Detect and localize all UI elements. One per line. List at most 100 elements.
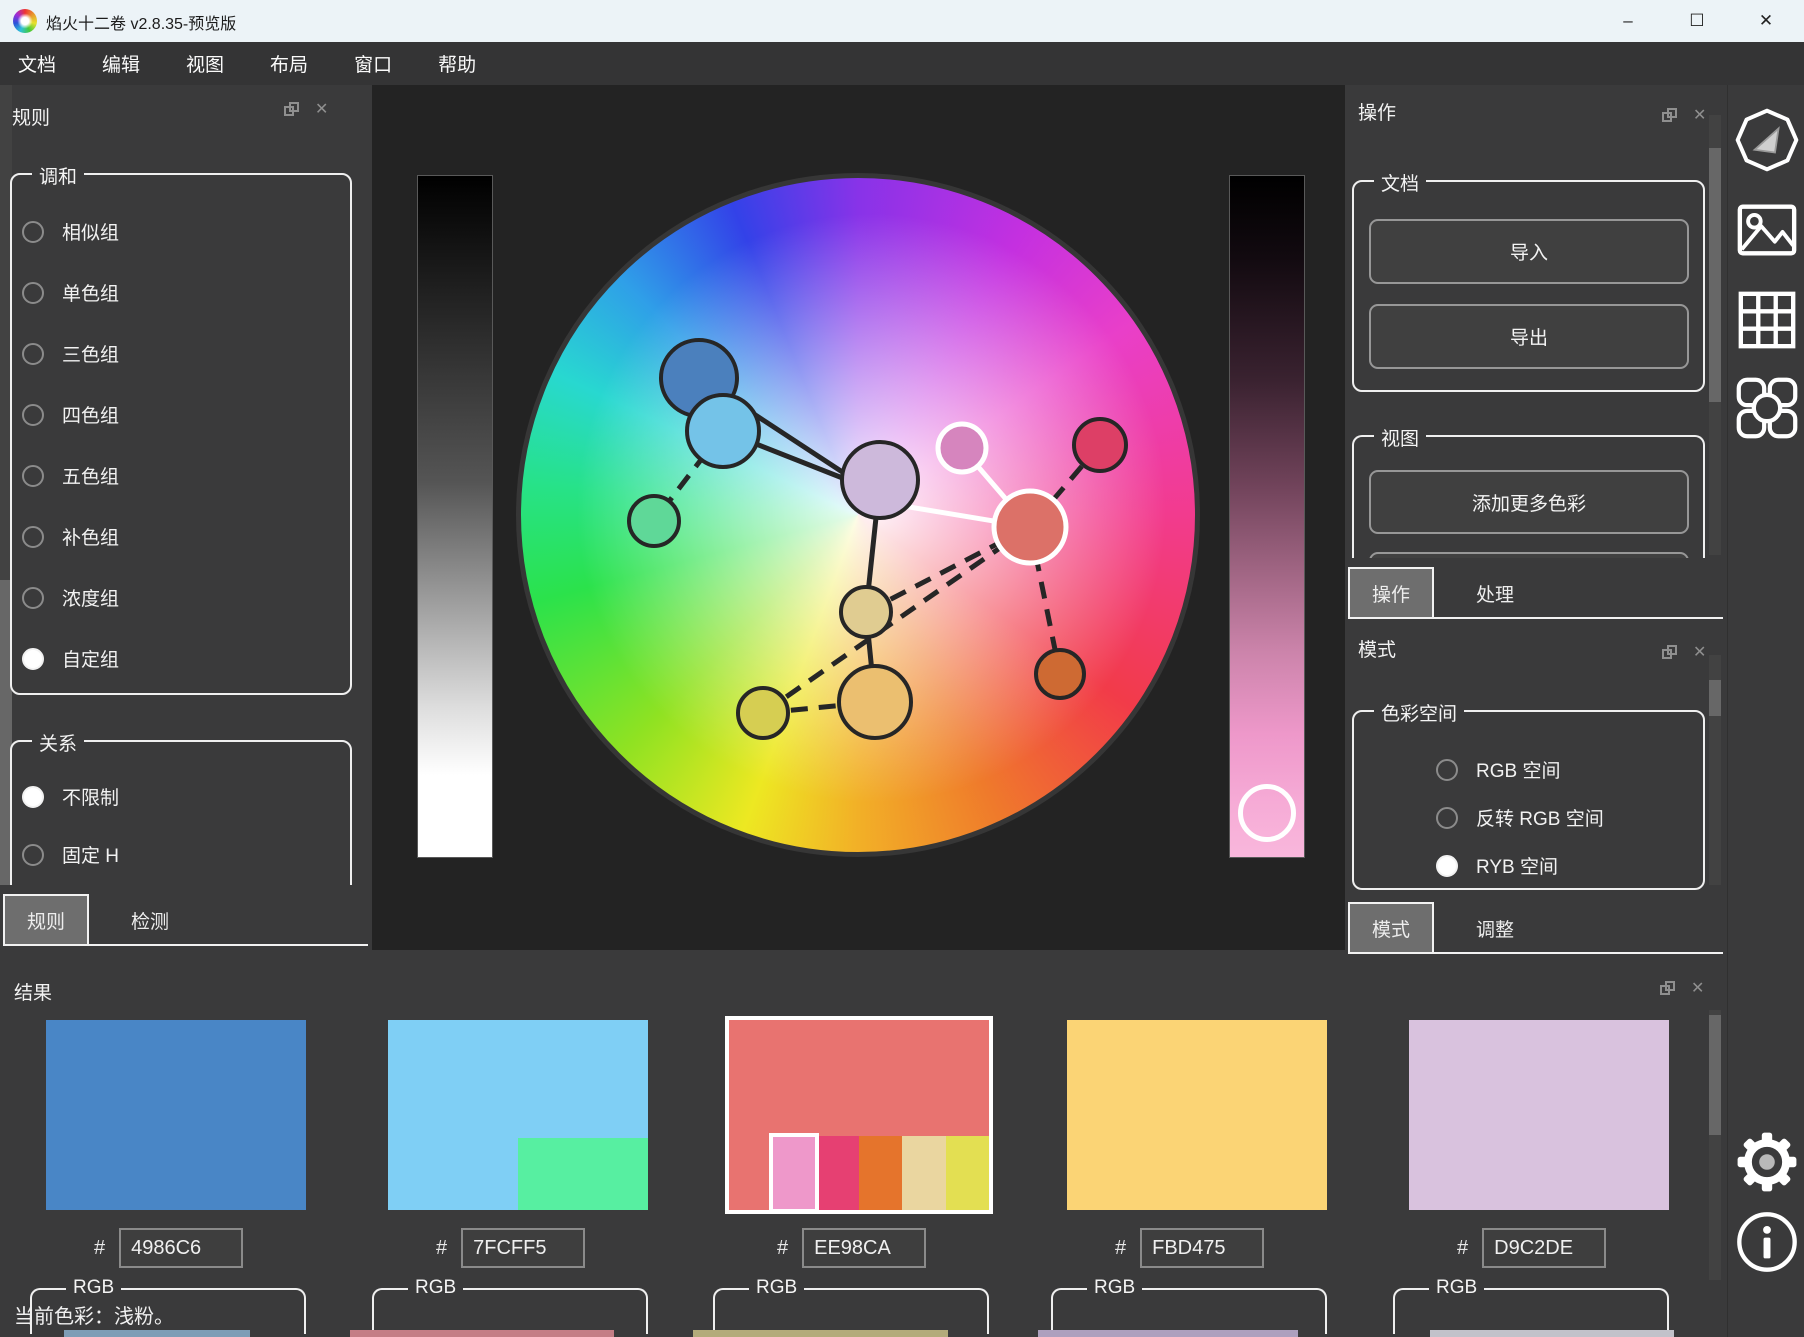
hex-input-5[interactable] — [1482, 1228, 1606, 1268]
radio-icon[interactable] — [22, 343, 44, 365]
radio-label: 相似组 — [62, 218, 119, 245]
result-swatch-1[interactable] — [46, 1020, 306, 1210]
tab-检测[interactable]: 检测 — [107, 894, 193, 946]
menu-item-窗口[interactable]: 窗口 — [354, 50, 392, 77]
node-graph[interactable] — [372, 85, 1345, 950]
wheel-node-light-blue[interactable] — [687, 395, 759, 467]
info-icon[interactable] — [1735, 1210, 1799, 1274]
add-more-colors-button[interactable]: 添加更多色彩 — [1369, 470, 1689, 534]
color-space-option-2[interactable]: 反转 RGB 空间 — [1436, 804, 1604, 831]
relation-option-2[interactable]: 固定 H — [22, 841, 119, 868]
result-swatch-3[interactable] — [729, 1020, 989, 1210]
wheel-node-lavender[interactable] — [842, 442, 918, 518]
mode-scrollbar-handle[interactable] — [1709, 680, 1721, 716]
radio-label: 固定 H — [62, 841, 119, 868]
menubar: 文档 编辑 视图 布局 窗口 帮助 — [0, 42, 1804, 85]
hex-input-4[interactable] — [1140, 1228, 1264, 1268]
hex-prefix: # — [436, 1237, 447, 1260]
swatch-subcolor-3[interactable] — [859, 1136, 902, 1210]
tab-规则[interactable]: 规则 — [3, 894, 89, 946]
float-panel-icon[interactable] — [1662, 108, 1677, 122]
tabbar-line — [1434, 617, 1723, 619]
radio-icon[interactable] — [1436, 807, 1458, 829]
harmony-option-2[interactable]: 单色组 — [22, 279, 119, 306]
scheme-clover-icon[interactable] — [1735, 376, 1799, 440]
relation-option-1[interactable]: 不限制 — [22, 783, 119, 810]
hex-input-1[interactable] — [119, 1228, 243, 1268]
harmony-option-6[interactable]: 补色组 — [22, 523, 119, 550]
swatch-subcolor-2[interactable] — [816, 1136, 859, 1210]
tab-调整[interactable]: 调整 — [1452, 902, 1538, 954]
menu-item-编辑[interactable]: 编辑 — [102, 50, 140, 77]
wheel-node-light-orange[interactable] — [839, 666, 911, 738]
radio-icon[interactable] — [22, 587, 44, 609]
close-panel-icon[interactable]: ✕ — [1693, 105, 1706, 125]
results-scrollbar-handle[interactable] — [1709, 1015, 1721, 1135]
wheel-node-tan[interactable] — [841, 587, 891, 637]
radio-icon[interactable] — [22, 282, 44, 304]
settings-gear-icon[interactable] — [1735, 1130, 1799, 1194]
float-panel-icon[interactable] — [1660, 981, 1675, 995]
float-panel-icon[interactable] — [284, 102, 299, 116]
mode-panel-title: 模式 — [1358, 635, 1396, 662]
tab-操作[interactable]: 操作 — [1348, 567, 1434, 619]
close-panel-icon[interactable]: ✕ — [1691, 978, 1704, 998]
harmony-option-5[interactable]: 五色组 — [22, 462, 119, 489]
grid-icon[interactable] — [1735, 288, 1799, 352]
radio-icon[interactable] — [22, 465, 44, 487]
result-swatch-5[interactable] — [1409, 1020, 1669, 1210]
menu-item-帮助[interactable]: 帮助 — [438, 50, 476, 77]
radio-icon[interactable] — [22, 648, 44, 670]
document-group: 文档 导入 导出 — [1352, 180, 1705, 392]
logo-octagon-icon[interactable] — [1735, 108, 1799, 172]
harmony-option-1[interactable]: 相似组 — [22, 218, 119, 245]
wheel-node-coral[interactable] — [994, 491, 1066, 563]
export-button[interactable]: 导出 — [1369, 304, 1689, 369]
action-scrollbar-handle[interactable] — [1709, 148, 1721, 402]
wheel-node-yellow[interactable] — [738, 688, 788, 738]
radio-icon[interactable] — [1436, 855, 1458, 877]
result-swatch-2[interactable] — [388, 1020, 648, 1210]
float-panel-icon[interactable] — [1662, 645, 1677, 659]
wheel-node-pink[interactable] — [938, 424, 986, 472]
radio-icon[interactable] — [22, 221, 44, 243]
menu-item-视图[interactable]: 视图 — [186, 50, 224, 77]
minimize-button[interactable]: – — [1600, 0, 1656, 42]
radio-icon[interactable] — [22, 844, 44, 866]
harmony-option-7[interactable]: 浓度组 — [22, 584, 119, 611]
close-button[interactable]: ✕ — [1738, 0, 1794, 42]
close-panel-icon[interactable]: ✕ — [1693, 642, 1706, 662]
swatch-subcolor-5[interactable] — [946, 1136, 989, 1210]
action-panel-title: 操作 — [1358, 98, 1396, 125]
hex-input-2[interactable] — [461, 1228, 585, 1268]
menu-item-布局[interactable]: 布局 — [270, 50, 308, 77]
color-space-option-3[interactable]: RYB 空间 — [1436, 852, 1558, 879]
swatch-subcolor[interactable] — [518, 1138, 648, 1210]
radio-icon[interactable] — [1436, 759, 1458, 781]
wheel-node-crimson[interactable] — [1074, 419, 1126, 471]
harmony-option-8[interactable]: 自定组 — [22, 645, 119, 672]
color-space-option-1[interactable]: RGB 空间 — [1436, 756, 1560, 783]
harmony-option-3[interactable]: 三色组 — [22, 340, 119, 367]
hex-row: # — [436, 1228, 585, 1268]
hex-input-3[interactable] — [802, 1228, 926, 1268]
swatch-subcolor-1[interactable] — [772, 1136, 815, 1210]
wheel-node-mint-green[interactable] — [629, 496, 679, 546]
maximize-button[interactable]: ☐ — [1669, 0, 1725, 42]
tab-处理[interactable]: 处理 — [1452, 567, 1538, 619]
tab-模式[interactable]: 模式 — [1348, 902, 1434, 954]
radio-icon[interactable] — [22, 526, 44, 548]
slider-strip-2 — [350, 1330, 614, 1337]
swatch-main-slot[interactable] — [729, 1136, 772, 1210]
close-panel-icon[interactable]: ✕ — [315, 99, 328, 119]
menu-item-文档[interactable]: 文档 — [18, 50, 56, 77]
wheel-node-orange[interactable] — [1036, 650, 1084, 698]
tabbar-line — [89, 944, 368, 946]
harmony-option-4[interactable]: 四色组 — [22, 401, 119, 428]
result-swatch-4[interactable] — [1067, 1020, 1327, 1210]
import-button[interactable]: 导入 — [1369, 219, 1689, 284]
radio-icon[interactable] — [22, 786, 44, 808]
radio-icon[interactable] — [22, 404, 44, 426]
image-icon[interactable] — [1735, 198, 1799, 262]
swatch-subcolor-4[interactable] — [902, 1136, 945, 1210]
